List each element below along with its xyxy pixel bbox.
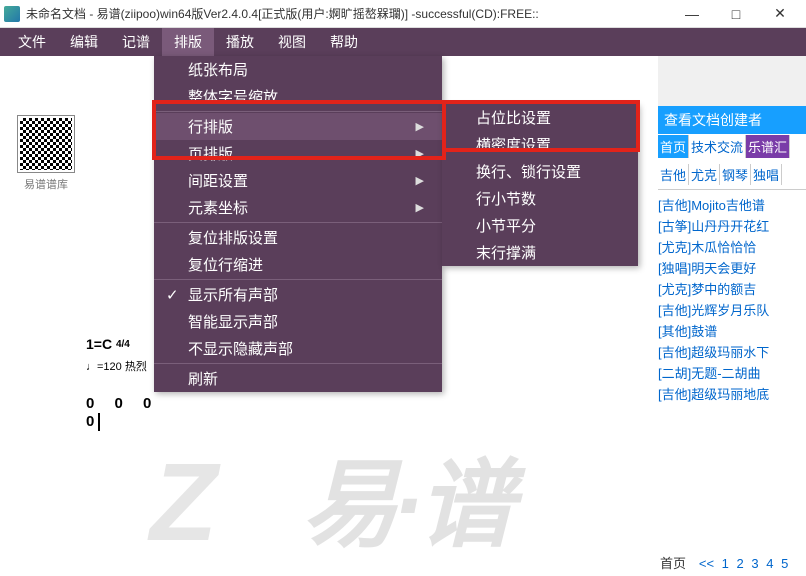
pager-home[interactable]: 首页 (660, 556, 686, 571)
sidebar: 查看文档创建者 首页技术交流乐谱汇 吉他尤克钢琴独唱 [吉他]Mojito吉他谱… (658, 56, 806, 576)
song-link[interactable]: [古筝]山丹丹开花红 (658, 215, 806, 236)
watermark: 易·谱 (302, 427, 508, 566)
layout-menu: 纸张布局整体字号缩放行排版▶页排版▶间距设置▶元素坐标▶ 复位排版设置复位行缩进显… (154, 56, 442, 392)
view-author-button[interactable]: 查看文档创建者 (658, 106, 806, 135)
qr-block: 易谱谱库 (18, 116, 74, 192)
category-钢琴[interactable]: 钢琴 (720, 164, 751, 185)
submenu-item-末行撑满[interactable]: 末行撑满 (442, 239, 638, 266)
menu-item-行排版[interactable]: 行排版▶ (154, 113, 442, 140)
submenu-arrow-icon: ▶ (416, 201, 424, 214)
pager-page-4[interactable]: 4 (766, 556, 773, 571)
category-尤克[interactable]: 尤克 (689, 164, 720, 185)
menu-文件[interactable]: 文件 (6, 28, 58, 56)
pager-page-2[interactable]: 2 (737, 556, 744, 571)
submenu-item-占位比设置[interactable]: 占位比设置 (442, 104, 638, 131)
ad-space (658, 56, 806, 106)
song-link[interactable]: [吉他]光辉岁月乐队 (658, 299, 806, 320)
row-layout-submenu: 占位比设置横密度设置换行、锁行设置行小节数小节平分末行撑满 (442, 104, 638, 266)
category-独唱[interactable]: 独唱 (751, 164, 782, 185)
menu-item-复位排版设置[interactable]: 复位排版设置 (154, 224, 442, 251)
menu-item-显示所有声部[interactable]: 显示所有声部 (154, 281, 442, 308)
pager-page-3[interactable]: 3 (751, 556, 758, 571)
titlebar: 未命名文档 - 易谱(ziipoo)win64版Ver2.4.0.4[正式版(用… (0, 0, 806, 28)
menu-item-页排版[interactable]: 页排版▶ (154, 140, 442, 167)
sidebar-tab-乐谱汇[interactable]: 乐谱汇 (746, 135, 790, 158)
song-link[interactable]: [其他]鼓谱 (658, 320, 806, 341)
song-link[interactable]: [二胡]无题-二胡曲 (658, 362, 806, 383)
sidebar-tabs: 首页技术交流乐谱汇 (658, 135, 806, 158)
menu-item-间距设置[interactable]: 间距设置▶ (154, 167, 442, 194)
sidebar-tab-首页[interactable]: 首页 (658, 135, 689, 158)
pager-page-5[interactable]: 5 (781, 556, 788, 571)
submenu-arrow-icon: ▶ (416, 120, 424, 133)
menu-item-纸张布局[interactable]: 纸张布局 (154, 56, 442, 83)
menu-记谱[interactable]: 记谱 (110, 28, 162, 56)
menu-item-刷新[interactable]: 刷新 (154, 365, 442, 392)
menu-视图[interactable]: 视图 (266, 28, 318, 56)
sidebar-categories: 吉他尤克钢琴独唱 (658, 164, 806, 190)
app-icon (4, 6, 20, 22)
submenu-item-小节平分[interactable]: 小节平分 (442, 212, 638, 239)
menu-item-复位行缩进[interactable]: 复位行缩进 (154, 251, 442, 278)
submenu-item-换行、锁行设置[interactable]: 换行、锁行设置 (442, 158, 638, 185)
menu-item-元素坐标[interactable]: 元素坐标▶ (154, 194, 442, 221)
song-list: [吉他]Mojito吉他谱[古筝]山丹丹开花红[尤克]木瓜恰恰恰[独唱]明天会更… (658, 194, 806, 549)
pager: 首页 << 1 2 3 4 5 (658, 549, 806, 576)
category-吉他[interactable]: 吉他 (658, 164, 689, 185)
qr-code[interactable] (18, 116, 74, 172)
pager-page-1[interactable]: 1 (722, 556, 729, 571)
watermark-z: Z (150, 439, 217, 566)
submenu-item-行小节数[interactable]: 行小节数 (442, 185, 638, 212)
song-link[interactable]: [吉他]超级玛丽地底 (658, 383, 806, 404)
song-link[interactable]: [吉他]超级玛丽水下 (658, 341, 806, 362)
maximize-button[interactable]: □ (714, 0, 758, 28)
song-link[interactable]: [吉他]Mojito吉他谱 (658, 194, 806, 215)
window-controls: — □ ✕ (670, 0, 802, 28)
minimize-button[interactable]: — (670, 0, 714, 28)
song-link[interactable]: [尤克]梦中的额吉 (658, 278, 806, 299)
song-link[interactable]: [独唱]明天会更好 (658, 257, 806, 278)
submenu-arrow-icon: ▶ (416, 174, 424, 187)
menu-item-智能显示声部[interactable]: 智能显示声部 (154, 308, 442, 335)
song-link[interactable]: [尤克]木瓜恰恰恰 (658, 236, 806, 257)
menu-排版[interactable]: 排版 (162, 28, 214, 56)
menu-帮助[interactable]: 帮助 (318, 28, 370, 56)
sidebar-tab-技术交流[interactable]: 技术交流 (689, 135, 746, 158)
menu-编辑[interactable]: 编辑 (58, 28, 110, 56)
submenu-item-横密度设置[interactable]: 横密度设置 (442, 131, 638, 158)
menu-item-不显示隐藏声部[interactable]: 不显示隐藏声部 (154, 335, 442, 362)
window-title: 未命名文档 - 易谱(ziipoo)win64版Ver2.4.0.4[正式版(用… (26, 5, 670, 22)
menubar: 文件编辑记谱排版播放视图帮助 (0, 28, 806, 56)
qr-label: 易谱谱库 (18, 176, 74, 192)
menu-item-整体字号缩放[interactable]: 整体字号缩放 (154, 83, 442, 110)
submenu-arrow-icon: ▶ (416, 147, 424, 160)
menu-播放[interactable]: 播放 (214, 28, 266, 56)
pager-prev[interactable]: << (699, 556, 714, 571)
close-button[interactable]: ✕ (758, 0, 802, 28)
score-notes: 0 0 0 0 (86, 394, 186, 431)
